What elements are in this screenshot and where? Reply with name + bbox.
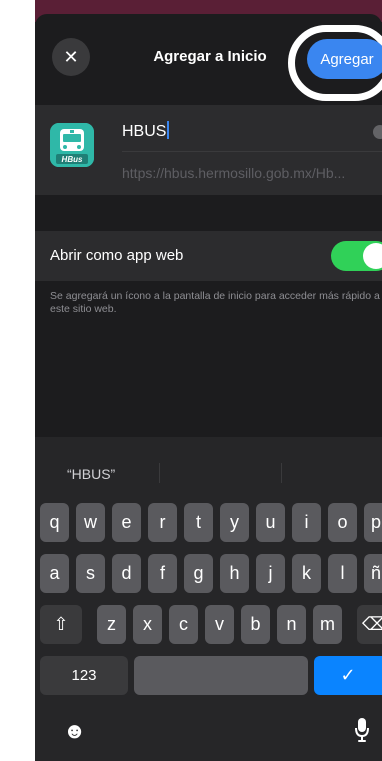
space-key[interactable] [134,656,308,695]
key-e[interactable]: e [112,503,141,542]
web-app-label: Abrir como app web [50,247,184,264]
key-p[interactable]: p [364,503,382,542]
phone-screen: ✕ Agregar a Inicio Agregar HBus HBUS htt… [35,0,382,761]
key-n[interactable]: n [277,605,306,644]
suggestion-divider [159,463,160,483]
keyboard: “HBUS” q w e r t y u i o p a s d f g h j… [35,437,382,761]
web-app-row: Abrir como app web [35,231,382,281]
key-t[interactable]: t [184,503,213,542]
key-l[interactable]: l [328,554,357,593]
delete-key[interactable]: ⌫ [357,605,382,644]
key-o[interactable]: o [328,503,357,542]
close-button[interactable]: ✕ [52,38,90,76]
key-a[interactable]: a [40,554,69,593]
app-name-value: HBUS [122,123,167,140]
key-s[interactable]: s [76,554,105,593]
app-icon: HBus [50,123,94,167]
key-k[interactable]: k [292,554,321,593]
close-icon: ✕ [63,46,79,67]
numbers-key[interactable]: 123 [40,656,128,695]
text-caret [167,121,170,139]
key-m[interactable]: m [313,605,342,644]
shift-icon: ⇧ [53,614,69,634]
key-z[interactable]: z [97,605,126,644]
key-i[interactable]: i [292,503,321,542]
key-g[interactable]: g [184,554,213,593]
key-f[interactable]: f [148,554,177,593]
key-w[interactable]: w [76,503,105,542]
suggestion-divider [281,463,282,483]
app-name-field[interactable]: HBUS [122,121,170,141]
checkmark-icon: ✓ [340,665,356,685]
app-url: https://hbus.hermosillo.gob.mx/Hb... [122,165,346,181]
toggle-knob [363,243,382,269]
key-q[interactable]: q [40,503,69,542]
clear-text-icon[interactable] [373,125,382,139]
key-x[interactable]: x [133,605,162,644]
key-y[interactable]: y [220,503,249,542]
emoji-icon[interactable]: ☻ [63,720,86,742]
app-info-card: HBus HBUS https://hbus.hermosillo.gob.mx… [35,105,382,195]
sheet-title: Agregar a Inicio [153,48,267,65]
web-app-note: Se agregará un ícono a la pantalla de in… [50,290,380,315]
key-n-tilde[interactable]: ñ [364,554,382,593]
shift-key[interactable]: ⇧ [40,605,82,644]
add-button[interactable]: Agregar [307,39,382,79]
suggestion-item[interactable]: “HBUS” [67,466,115,482]
key-c[interactable]: c [169,605,198,644]
key-h[interactable]: h [220,554,249,593]
divider [122,151,382,152]
return-key[interactable]: ✓ [314,656,382,695]
key-u[interactable]: u [256,503,285,542]
microphone-icon[interactable] [355,717,369,743]
key-r[interactable]: r [148,503,177,542]
suggestion-bar: “HBUS” [35,437,382,483]
key-v[interactable]: v [205,605,234,644]
delete-icon: ⌫ [362,614,382,634]
key-j[interactable]: j [256,554,285,593]
key-d[interactable]: d [112,554,141,593]
app-icon-text: HBus [61,155,83,164]
web-app-toggle[interactable] [331,241,382,271]
key-b[interactable]: b [241,605,270,644]
